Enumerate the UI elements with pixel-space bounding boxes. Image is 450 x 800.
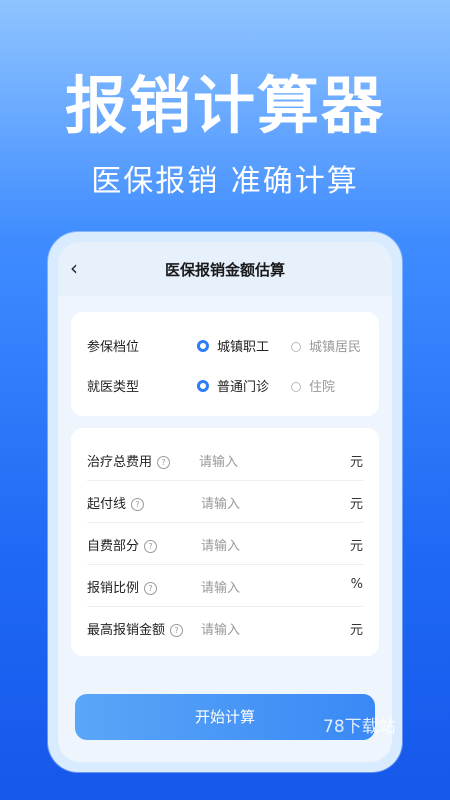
help-icon[interactable]: ? — [144, 540, 158, 553]
option-row-insurance: 参保档位 城镇职工 城镇居民 — [71, 330, 379, 360]
radio-outpatient[interactable]: 普通门诊 — [197, 376, 269, 395]
radio-urban-resident[interactable]: 城镇居民 — [291, 336, 361, 355]
hero-subtitle: 医保报销 准确计算 — [91, 164, 359, 199]
max-reimburse-input[interactable]: 请输入 — [201, 619, 240, 638]
input-row-max-reimburse: 最高报销金额? 请输入 元 — [87, 606, 363, 648]
option-label: 就医类型 — [87, 380, 140, 395]
unit-label: 元 — [349, 623, 363, 638]
unit-label: 元 — [349, 455, 363, 470]
ratio-input[interactable]: 请输入 — [201, 577, 240, 596]
options-card: 参保档位 城镇职工 城镇居民 就医类型 普通门诊 住院 — [71, 312, 379, 416]
input-row-total-cost: 治疗总费用? 请输入 元 — [87, 438, 363, 481]
deductible-input[interactable]: 请输入 — [201, 493, 240, 512]
radio-urban-employee[interactable]: 城镇职工 — [197, 336, 269, 355]
nav-bar: ‹ 医保报销金额估算 — [58, 242, 392, 296]
input-row-self-pay: 自费部分? 请输入 元 — [87, 522, 363, 565]
radio-inpatient[interactable]: 住院 — [291, 376, 335, 395]
radio-selected-icon — [197, 340, 209, 352]
self-pay-input[interactable]: 请输入 — [201, 535, 240, 554]
app-screen: ‹ 医保报销金额估算 参保档位 城镇职工 城镇居民 就医类型 普通门诊 住院 治… — [58, 242, 392, 762]
input-row-ratio: 报销比例? 请输入 % — [87, 564, 363, 607]
input-label: 最高报销金额? — [87, 619, 184, 638]
hero-title: 报销计算器 — [64, 69, 385, 142]
radio-label: 住院 — [309, 380, 336, 395]
input-label: 起付线? — [87, 493, 145, 512]
input-label: 自费部分? — [87, 535, 158, 554]
input-row-deductible: 起付线? 请输入 元 — [87, 480, 363, 523]
option-row-visit-type: 就医类型 普通门诊 住院 — [71, 370, 379, 400]
help-icon[interactable]: ? — [170, 624, 184, 637]
watermark: 78下载站 — [323, 717, 396, 737]
phone-frame: ‹ 医保报销金额估算 参保档位 城镇职工 城镇居民 就医类型 普通门诊 住院 治… — [48, 232, 402, 772]
radio-label: 普通门诊 — [217, 380, 270, 395]
unit-label: 元 — [349, 497, 363, 512]
help-icon[interactable]: ? — [144, 582, 158, 595]
input-label: 报销比例? — [87, 577, 158, 596]
inputs-card: 治疗总费用? 请输入 元 起付线? 请输入 元 自费部分? 请输入 元 报销比例… — [71, 428, 379, 656]
option-label: 参保档位 — [87, 340, 140, 355]
radio-label: 城镇居民 — [309, 340, 362, 355]
radio-label: 城镇职工 — [217, 340, 270, 355]
input-label: 治疗总费用? — [87, 451, 171, 470]
radio-selected-icon — [197, 380, 209, 392]
help-icon[interactable]: ? — [157, 456, 171, 469]
radio-unselected-icon — [291, 382, 301, 392]
total-cost-input[interactable]: 请输入 — [199, 451, 238, 470]
help-icon[interactable]: ? — [131, 498, 145, 511]
page-title: 医保报销金额估算 — [164, 261, 285, 279]
unit-label: 元 — [349, 539, 363, 554]
radio-unselected-icon — [291, 342, 301, 352]
unit-label: % — [350, 577, 363, 592]
